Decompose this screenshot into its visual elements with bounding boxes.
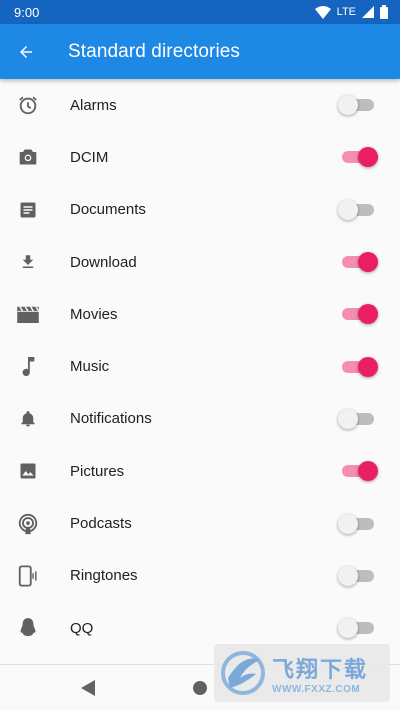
list-item-documents[interactable]: Documents (0, 184, 400, 236)
list-item-label: Documents (70, 201, 146, 219)
watermark: 飞翔下载 WWW.FXXZ.COM (214, 644, 390, 702)
wifi-icon (314, 5, 331, 19)
bell-icon (0, 393, 56, 445)
phone-ringtone-icon (0, 550, 56, 602)
network-type: LTE (336, 6, 356, 18)
list-item-alarms[interactable]: Alarms (0, 79, 400, 131)
document-icon (0, 184, 56, 236)
list-item-podcasts[interactable]: Podcasts (0, 497, 400, 549)
image-icon (0, 445, 56, 497)
podcast-icon (0, 498, 56, 550)
nav-home-icon[interactable] (193, 681, 207, 695)
qq-penguin-icon (0, 602, 56, 654)
toggle-switch[interactable] (338, 408, 376, 429)
list-item-label: Alarms (70, 96, 117, 114)
toggle-switch[interactable] (340, 461, 378, 482)
toggle-switch[interactable] (340, 147, 378, 168)
toggle-switch[interactable] (338, 618, 376, 639)
list-item-movies[interactable]: Movies (0, 288, 400, 340)
status-bar: 9:00 LTE (0, 0, 400, 24)
toggle-switch[interactable] (338, 95, 376, 116)
list-item-label: Music (70, 358, 110, 376)
list-item-ringtones[interactable]: Ringtones (0, 550, 400, 602)
nav-back-icon[interactable] (80, 679, 96, 697)
back-button[interactable] (0, 24, 54, 79)
arrow-left-icon (20, 45, 32, 58)
toggle-switch[interactable] (338, 199, 376, 220)
toggle-switch[interactable] (340, 304, 378, 325)
watermark-text: 飞翔下载 (272, 657, 369, 683)
toggle-switch[interactable] (338, 565, 376, 586)
list-item-pictures[interactable]: Pictures (0, 445, 400, 497)
list-item-label: Download (70, 253, 137, 271)
list-item-label: Ringtones (70, 567, 138, 585)
status-time: 9:00 (14, 4, 40, 20)
toggle-switch[interactable] (338, 513, 376, 534)
alarm-clock-icon (0, 79, 56, 131)
movie-clapper-icon (0, 288, 56, 340)
app-bar: Standard directories (0, 24, 400, 79)
list-item-label: DCIM (70, 148, 109, 166)
signal-icon (362, 6, 374, 18)
toggle-switch[interactable] (340, 252, 378, 273)
watermark-url: WWW.FXXZ.COM (272, 683, 361, 695)
status-icons: LTE (314, 5, 388, 19)
music-note-icon (0, 341, 56, 393)
list-item-download[interactable]: Download (0, 236, 400, 288)
list-item-label: QQ (70, 619, 94, 637)
directory-list: Alarms DCIM Documents Download Movies Mu… (0, 79, 400, 654)
list-item-label: Notifications (70, 410, 152, 428)
list-item-label: Movies (70, 305, 118, 323)
list-item-label: Podcasts (70, 515, 132, 533)
list-item-notifications[interactable]: Notifications (0, 393, 400, 445)
toggle-switch[interactable] (340, 356, 378, 377)
list-item-dcim[interactable]: DCIM (0, 131, 400, 183)
list-item-label: Pictures (70, 462, 125, 480)
battery-icon (380, 5, 388, 19)
download-icon (0, 236, 56, 288)
watermark-logo-icon (221, 651, 265, 695)
camera-icon (0, 131, 56, 183)
list-item-music[interactable]: Music (0, 340, 400, 392)
page-title: Standard directories (68, 40, 241, 62)
